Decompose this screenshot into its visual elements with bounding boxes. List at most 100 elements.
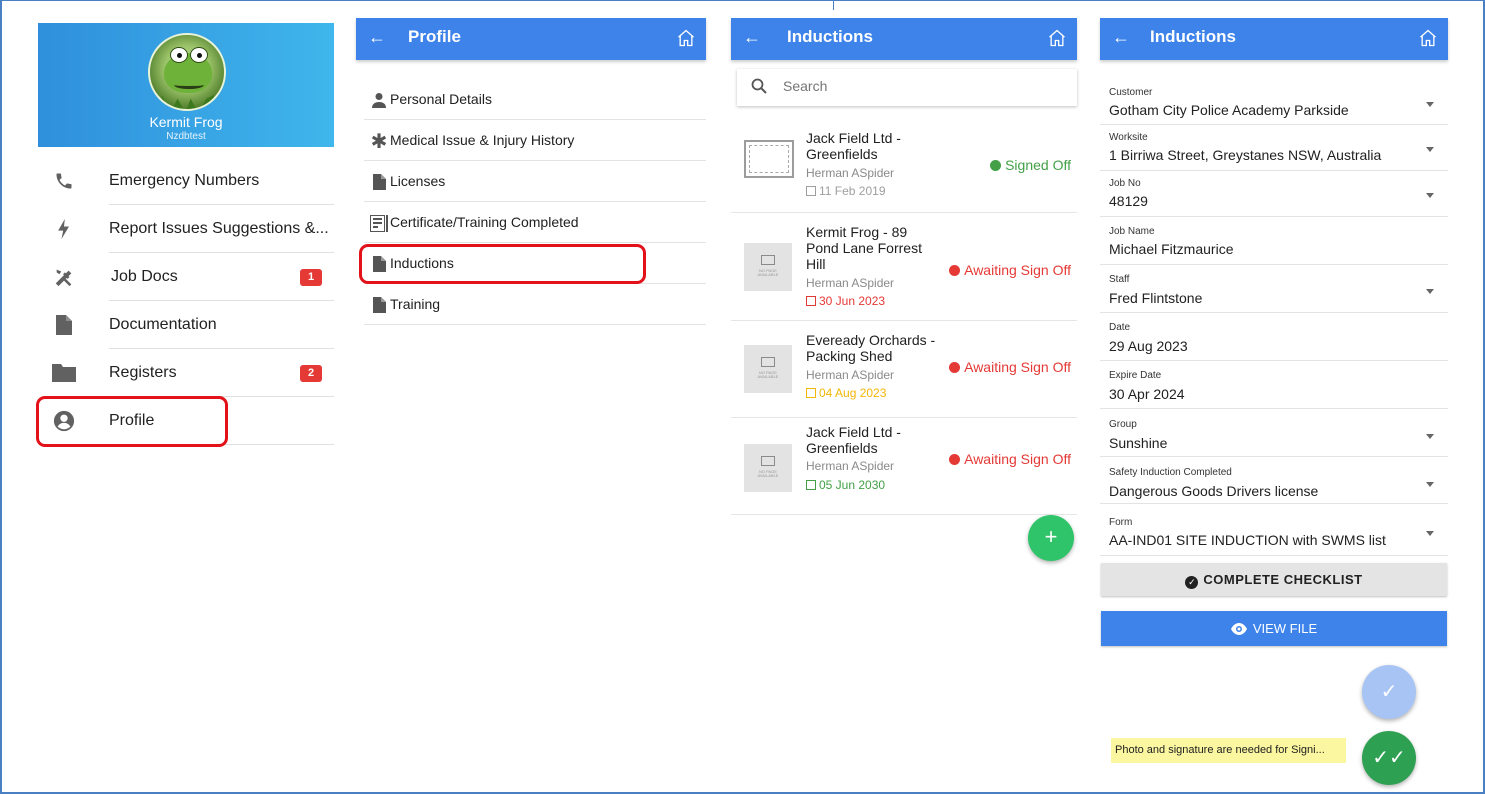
drawer-item-job-docs[interactable]: Job Docs 1 (38, 253, 334, 301)
field-value: Fred Flintstone (1109, 290, 1203, 306)
complete-checklist-button[interactable]: ✓ COMPLETE CHECKLIST (1101, 563, 1447, 596)
induction-name: Jack Field Ltd - Greenfields (806, 130, 901, 162)
field-label: Group (1109, 419, 1137, 430)
induction-name: Eveready Orchards - Packing Shed (806, 332, 936, 364)
group-select[interactable]: Group Sunshine (1100, 409, 1448, 457)
user-subtitle: Nzdbtest (166, 131, 206, 142)
field-value: Sunshine (1109, 435, 1168, 451)
profile-item-licenses[interactable]: Licenses (364, 161, 706, 202)
dropdown-caret-icon (1426, 482, 1434, 487)
induction-date: 05 Jun 2030 (806, 478, 885, 492)
folder-icon (52, 361, 76, 385)
add-induction-button[interactable]: + (1028, 515, 1074, 561)
page-title: Profile (408, 27, 461, 46)
frame-divider (833, 0, 834, 10)
field-value: 30 Apr 2024 (1109, 386, 1185, 402)
check-icon: ✓ (1380, 681, 1398, 703)
check-circle-icon: ✓ (1185, 576, 1199, 589)
dropdown-caret-icon (1426, 531, 1434, 536)
no-image-thumbnail: NO PAGE AVAILABLE (744, 243, 792, 291)
inductions-list-screen: ← Inductions Jack Field Ltd - Greenfield… (731, 18, 1077, 563)
induction-row[interactable]: NO PAGE AVAILABLE Kermit Frog - 89 Pond … (731, 213, 1077, 321)
job-no-select[interactable]: Job No 48129 (1100, 171, 1448, 217)
status-badge: Awaiting Sign Off (949, 451, 1071, 467)
double-check-icon: ✓✓ (1372, 747, 1406, 769)
profile-item-medical-history[interactable]: ✱ Medical Issue & Injury History (364, 120, 706, 161)
calendar-icon (806, 388, 816, 398)
induction-name: Jack Field Ltd - Greenfields (806, 424, 901, 456)
safety-induction-select[interactable]: Safety Induction Completed Dangerous Goo… (1100, 457, 1448, 504)
back-arrow-icon[interactable]: ← (368, 27, 386, 48)
dropdown-caret-icon (1426, 147, 1434, 152)
back-arrow-icon[interactable]: ← (743, 27, 761, 48)
calendar-icon (806, 186, 816, 196)
page-title: Inductions (787, 27, 873, 46)
back-arrow-icon[interactable]: ← (1112, 27, 1130, 48)
induction-person: Herman ASpider (806, 166, 895, 180)
induction-detail-app-bar: ← Inductions (1100, 18, 1448, 60)
no-image-thumbnail: NO PAGE AVAILABLE (744, 444, 792, 492)
induction-person: Herman ASpider (806, 368, 895, 382)
drawer-item-emergency-numbers[interactable]: Emergency Numbers (38, 157, 334, 205)
drawer-item-label: Emergency Numbers (109, 172, 260, 189)
field-label: Form (1109, 517, 1133, 528)
drawer-item-documentation[interactable]: Documentation (38, 301, 334, 349)
search-input[interactable] (783, 78, 1033, 94)
induction-date: 30 Jun 2023 (806, 294, 885, 308)
form-select[interactable]: Form AA-IND01 SITE INDUCTION with SWMS l… (1100, 504, 1448, 556)
profile-item-label: Licenses (390, 173, 446, 189)
status-badge: Awaiting Sign Off (949, 359, 1071, 375)
profile-item-training[interactable]: Training (364, 284, 706, 325)
drawer-item-report-issues[interactable]: Report Issues Suggestions &... (38, 205, 334, 253)
staff-select[interactable]: Staff Fred Flintstone (1100, 265, 1448, 313)
file-icon (370, 296, 388, 314)
home-icon[interactable] (1047, 28, 1067, 48)
profile-screen: ← Profile Personal Details ✱ Medical Iss… (356, 18, 706, 348)
drawer-item-label: Job Docs (111, 268, 178, 285)
tools-icon (52, 265, 76, 289)
induction-detail-screen: ← Inductions Customer Gotham City Police… (1100, 18, 1448, 794)
induction-name: Kermit Frog - 89 Pond Lane Forrest Hill (806, 224, 922, 272)
worksite-select[interactable]: Worksite 1 Birriwa Street, Greystanes NS… (1100, 125, 1448, 171)
field-label: Job No (1109, 178, 1141, 189)
user-name: Kermit Frog (149, 114, 223, 130)
highlight-inductions (359, 244, 646, 284)
sign-off-button[interactable]: ✓ (1362, 665, 1416, 719)
drawer-header: Kermit Frog Nzdbtest (38, 23, 334, 147)
profile-item-personal-details[interactable]: Personal Details (364, 79, 706, 120)
expire-date-field[interactable]: Expire Date 30 Apr 2024 (1100, 361, 1448, 409)
profile-app-bar: ← Profile (356, 18, 706, 60)
drawer-item-registers[interactable]: Registers 2 (38, 349, 334, 397)
person-icon (370, 91, 388, 109)
avatar[interactable] (148, 33, 226, 111)
field-label: Expire Date (1109, 370, 1162, 381)
inductions-app-bar: ← Inductions (731, 18, 1077, 60)
field-label: Customer (1109, 87, 1153, 98)
final-sign-off-button[interactable]: ✓✓ (1362, 731, 1416, 785)
induction-row[interactable]: NO PAGE AVAILABLE Jack Field Ltd - Green… (731, 418, 1077, 515)
home-icon[interactable] (1418, 28, 1438, 48)
date-field[interactable]: Date 29 Aug 2023 (1100, 313, 1448, 361)
induction-row[interactable]: Jack Field Ltd - Greenfields Herman ASpi… (731, 116, 1077, 213)
field-value: 48129 (1109, 193, 1148, 209)
view-file-button[interactable]: VIEW FILE (1101, 611, 1447, 646)
induction-person: Herman ASpider (806, 276, 895, 290)
home-icon[interactable] (676, 28, 696, 48)
field-label: Staff (1109, 274, 1130, 285)
search-bar[interactable] (737, 69, 1077, 106)
field-value: Gotham City Police Academy Parkside (1109, 102, 1349, 118)
page-title: Inductions (1150, 27, 1236, 46)
field-label: Worksite (1109, 132, 1148, 143)
job-name-field[interactable]: Job Name Michael Fitzmaurice (1100, 217, 1448, 265)
asterisk-icon: ✱ (370, 130, 388, 153)
no-image-thumbnail: NO PAGE AVAILABLE (744, 345, 792, 393)
lightning-icon (52, 217, 76, 241)
profile-item-label: Training (390, 296, 441, 312)
status-badge: Signed Off (990, 157, 1071, 173)
induction-row[interactable]: NO PAGE AVAILABLE Eveready Orchards - Pa… (731, 321, 1077, 418)
profile-item-certificate-training[interactable]: Certificate/Training Completed (364, 202, 706, 243)
field-label: Safety Induction Completed (1109, 467, 1232, 478)
customer-select[interactable]: Customer Gotham City Police Academy Park… (1100, 80, 1448, 125)
field-value: 1 Birriwa Street, Greystanes NSW, Austra… (1109, 147, 1382, 163)
document-icon (52, 313, 76, 337)
